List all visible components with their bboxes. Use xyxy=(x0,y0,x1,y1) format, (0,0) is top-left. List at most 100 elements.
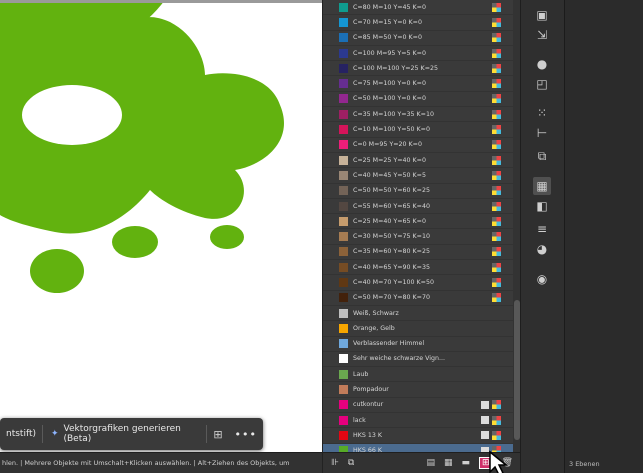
swatches-icon[interactable]: ▦ xyxy=(533,177,551,195)
swatch-row[interactable]: C=30 M=50 Y=75 K=10 xyxy=(323,229,513,245)
spot-color-icon xyxy=(481,400,489,409)
swatch-row[interactable]: C=40 M=70 Y=100 K=50 xyxy=(323,275,513,291)
cmyk-mode-icon xyxy=(492,125,501,135)
panel-icon-strip: ▣ ⇲ ● ◰ ⁙ ⊢ ⧉ ▦ ◧ ≡ ◕ ◉ xyxy=(520,0,564,473)
cmyk-mode-icon xyxy=(492,109,501,119)
swatch-row[interactable]: Laub xyxy=(323,367,513,383)
swatch-row[interactable]: C=10 M=100 Y=50 K=0 xyxy=(323,122,513,138)
color-swatch-chip xyxy=(339,63,348,73)
swatch-row[interactable]: C=35 M=100 Y=35 K=10 xyxy=(323,107,513,123)
generate-vectors-label: Vektorgrafiken generieren (Beta) xyxy=(63,424,181,444)
artboard-canvas[interactable] xyxy=(0,0,322,460)
swatch-row[interactable]: C=75 M=100 Y=0 K=0 xyxy=(323,76,513,92)
swatch-label: C=80 M=10 Y=45 K=0 xyxy=(353,3,426,11)
color-swatch-chip xyxy=(339,48,348,58)
color-swatch-chip xyxy=(339,33,348,43)
right-dock: 3 Ebenen xyxy=(564,0,643,473)
color-swatch-chip xyxy=(339,109,348,119)
cmyk-mode-icon xyxy=(492,293,501,303)
new-group-icon[interactable]: ▬ xyxy=(462,458,471,468)
cmyk-mode-icon xyxy=(492,430,501,440)
color-swatch-chip xyxy=(339,323,348,333)
green-dot-small xyxy=(210,225,244,249)
color-swatch-chip xyxy=(339,262,348,272)
green-flower-artwork[interactable] xyxy=(0,0,322,460)
swatch-row[interactable]: HKS 13 K xyxy=(323,428,513,444)
library-icon[interactable]: ⊪ xyxy=(331,458,339,468)
swatch-label: C=50 M=70 Y=80 K=70 xyxy=(353,294,430,302)
swatch-row[interactable]: cutkontur xyxy=(323,398,513,414)
pathfinder-icon[interactable]: ⧉ xyxy=(533,147,551,165)
cmyk-mode-icon xyxy=(492,415,501,425)
color-swatch-chip xyxy=(339,155,348,165)
swatch-row[interactable]: C=25 M=25 Y=40 K=0 xyxy=(323,153,513,169)
swatch-row[interactable]: C=80 M=10 Y=45 K=0 xyxy=(323,0,513,16)
swatch-row[interactable]: Orange, Gelb xyxy=(323,321,513,337)
cmyk-mode-icon xyxy=(492,186,501,196)
swatch-label: C=55 M=60 Y=65 K=40 xyxy=(353,202,430,210)
options-icon[interactable]: ⊞ xyxy=(207,428,228,441)
swatch-row[interactable]: C=50 M=50 Y=60 K=25 xyxy=(323,184,513,199)
swatch-row[interactable]: C=100 M=95 Y=5 K=0 xyxy=(323,46,513,62)
color-swatch-chip xyxy=(339,415,348,425)
swatch-label: C=50 M=50 Y=60 K=25 xyxy=(353,187,430,195)
transform-icon[interactable]: ◰ xyxy=(533,75,551,93)
swatch-label: C=70 M=15 Y=0 K=0 xyxy=(353,18,422,26)
swatch-label: C=35 M=100 Y=35 K=10 xyxy=(353,110,434,118)
swatch-row[interactable]: C=40 M=65 Y=90 K=35 xyxy=(323,260,513,276)
swatch-row[interactable]: C=70 M=15 Y=0 K=0 xyxy=(323,15,513,31)
swatch-row[interactable]: C=50 M=70 Y=80 K=70 xyxy=(323,291,513,306)
swatch-label: C=40 M=65 Y=90 K=35 xyxy=(353,263,430,271)
grid-view-icon[interactable]: ▦ xyxy=(444,458,453,468)
swatch-row[interactable]: Weiß, Schwarz xyxy=(323,306,513,322)
align-icon[interactable]: ⊢ xyxy=(533,124,551,142)
swatch-row[interactable]: Verblassender Himmel xyxy=(323,337,513,352)
color-swatch-chip xyxy=(339,400,348,410)
cmyk-mode-icon xyxy=(492,94,501,104)
color-swatch-chip xyxy=(339,385,348,395)
swatch-label: C=25 M=25 Y=40 K=0 xyxy=(353,156,426,164)
gradient-icon[interactable]: ◧ xyxy=(533,197,551,215)
swatch-row[interactable]: C=100 M=100 Y=25 K=25 xyxy=(323,61,513,77)
swatch-options-icon[interactable]: ⧉ xyxy=(348,458,354,468)
cmyk-mode-icon xyxy=(492,247,501,257)
properties-icon[interactable]: ▣ xyxy=(533,6,551,24)
swatch-row[interactable]: C=50 M=100 Y=0 K=0 xyxy=(323,92,513,108)
swatch-label: Orange, Gelb xyxy=(353,324,395,332)
export-icon[interactable]: ⇲ xyxy=(533,26,551,44)
color-group-icon[interactable]: ▤ xyxy=(426,458,435,468)
flower-hole xyxy=(22,85,122,145)
color-swatch-chip xyxy=(339,2,348,12)
swatch-label: Pompadour xyxy=(353,386,389,394)
color-swatch-chip xyxy=(339,94,348,104)
swatch-label: C=75 M=100 Y=0 K=0 xyxy=(353,80,426,88)
swatch-row[interactable]: C=85 M=50 Y=0 K=0 xyxy=(323,31,513,46)
taskbar-fragment[interactable]: ntstift) xyxy=(0,429,42,439)
swatch-label: C=100 M=95 Y=5 K=0 xyxy=(353,49,426,57)
stroke-icon[interactable]: ≡ xyxy=(533,220,551,238)
canvas-edge xyxy=(0,0,322,3)
more-options-button[interactable]: ••• xyxy=(229,428,263,441)
symbols-icon[interactable]: ⁙ xyxy=(533,104,551,122)
swatch-row[interactable]: Pompadour xyxy=(323,382,513,398)
swatch-row[interactable]: lack xyxy=(323,413,513,429)
color-icon[interactable]: ● xyxy=(533,55,551,73)
swatch-row[interactable]: C=35 M=60 Y=80 K=25 xyxy=(323,245,513,261)
generate-vectors-button[interactable]: ✦ Vektorgrafiken generieren (Beta) xyxy=(43,424,206,444)
swatch-row[interactable]: C=55 M=60 Y=65 K=40 xyxy=(323,199,513,215)
swatch-row[interactable]: Sehr weiche schwarze Vign... xyxy=(323,352,513,368)
cmyk-mode-icon xyxy=(492,79,501,89)
swatch-row[interactable]: C=25 M=40 Y=65 K=0 xyxy=(323,214,513,230)
illustrator-window: ntstift) ✦ Vektorgrafiken generieren (Be… xyxy=(0,0,643,473)
cmyk-mode-icon xyxy=(492,201,501,211)
swatch-label: HKS 13 K xyxy=(353,431,383,439)
layers-globe-icon[interactable]: ◉ xyxy=(533,270,551,288)
sparkle-icon: ✦ xyxy=(50,429,59,439)
color-swatch-chip xyxy=(339,247,348,257)
swatch-row[interactable]: C=40 M=45 Y=50 K=5 xyxy=(323,168,513,184)
swatch-row[interactable]: C=0 M=95 Y=20 K=0 xyxy=(323,138,513,153)
color-swatch-chip xyxy=(339,430,348,440)
green-dot-large xyxy=(30,249,84,293)
appearance-icon[interactable]: ◕ xyxy=(533,240,551,258)
color-swatch-chip xyxy=(339,125,348,135)
